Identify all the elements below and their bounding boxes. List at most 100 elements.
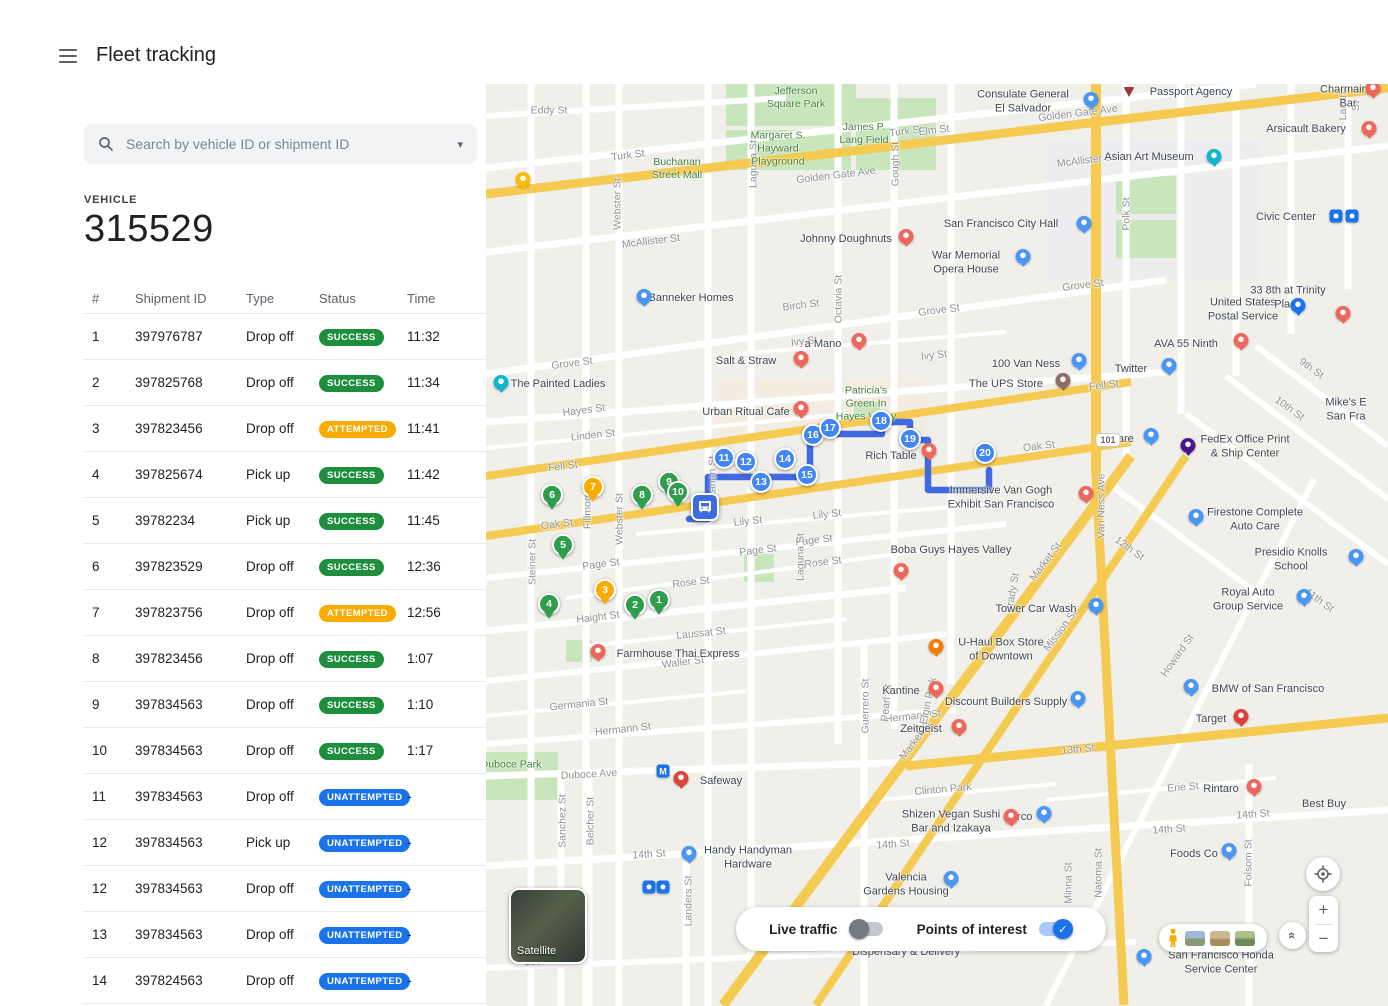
poi-pin-icon[interactable] xyxy=(1366,84,1381,96)
poi-pin-icon[interactable] xyxy=(637,289,652,304)
poi-pin-icon[interactable] xyxy=(1089,598,1104,613)
table-row[interactable]: 8397823456Drop offSUCCESS1:07 xyxy=(84,636,486,682)
transit-station-icon[interactable] xyxy=(1346,210,1359,223)
poi-pin-icon[interactable] xyxy=(1037,806,1052,821)
poi-pin-icon[interactable] xyxy=(1234,333,1249,348)
poi-label[interactable]: Kantine xyxy=(882,685,919,699)
poi-label[interactable]: Handy Handyman Hardware xyxy=(704,844,792,872)
poi-label[interactable]: Consulate General El Salvador xyxy=(977,88,1069,116)
poi-label[interactable]: War Memorial Opera House xyxy=(932,249,1000,277)
poi-pin-icon[interactable] xyxy=(1291,298,1306,313)
poi-label[interactable]: Civic Center xyxy=(1256,211,1316,225)
table-row[interactable]: 7397823756Drop offATTEMPTED12:56 xyxy=(84,590,486,636)
poi-label[interactable]: Firestone Complete Auto Care xyxy=(1207,506,1303,534)
zoom-in-button[interactable]: + xyxy=(1309,896,1338,924)
poi-label[interactable]: Salt & Straw xyxy=(716,355,777,369)
table-row[interactable]: 9397834563Drop offSUCCESS1:10 xyxy=(84,682,486,728)
poi-pin-icon[interactable] xyxy=(1234,709,1249,724)
stop-marker-5[interactable]: 5 xyxy=(552,534,574,556)
transit-station-icon[interactable]: M xyxy=(657,765,670,778)
table-row[interactable]: 539782234Pick upSUCCESS11:45 xyxy=(84,498,486,544)
poi-pin-icon[interactable] xyxy=(952,719,967,734)
stop-marker-13[interactable]: 13 xyxy=(750,471,772,493)
poi-label[interactable]: Discount Builders Supply xyxy=(945,696,1067,710)
table-row[interactable]: 1397976787Drop offSUCCESS11:32 xyxy=(84,314,486,360)
poi-pin-icon[interactable] xyxy=(1349,549,1364,564)
poi-pin-icon[interactable] xyxy=(1004,809,1019,824)
imagery-thumbnail[interactable] xyxy=(1210,931,1230,946)
poi-pin-icon[interactable] xyxy=(1336,306,1351,321)
stop-marker-3[interactable]: 3 xyxy=(594,579,616,601)
table-row[interactable]: 14397824563Drop offUNATTEMPTED- xyxy=(84,958,486,1004)
poi-pin-icon[interactable] xyxy=(1016,249,1031,264)
stop-marker-1[interactable]: 1 xyxy=(648,589,670,611)
table-row[interactable]: 3397823456Drop offATTEMPTED11:41 xyxy=(84,406,486,452)
poi-pin-icon[interactable] xyxy=(852,333,867,348)
poi-pin-icon[interactable] xyxy=(929,681,944,696)
toggle-knob[interactable]: ✓ xyxy=(1053,919,1073,939)
poi-label[interactable]: 100 Van Ness xyxy=(992,358,1060,372)
collapse-button[interactable]: « xyxy=(1279,922,1306,949)
my-location-button[interactable] xyxy=(1306,857,1340,891)
poi-pin-icon[interactable] xyxy=(1207,149,1222,164)
poi-label[interactable]: The Painted Ladies xyxy=(511,378,606,392)
stop-marker-8[interactable]: 8 xyxy=(631,484,653,506)
stop-marker-15[interactable]: 15 xyxy=(796,464,818,486)
poi-label[interactable]: Shizen Vegan Sushi Bar and Izakaya xyxy=(902,808,1000,836)
poi-pin-icon[interactable] xyxy=(1079,486,1094,501)
map[interactable]: Eddy StTurk StTurk StElm StGolden Gate A… xyxy=(486,84,1388,1006)
poi-label[interactable]: BMW of San Francisco xyxy=(1212,683,1324,697)
poi-pin-icon[interactable] xyxy=(1084,92,1099,107)
poi-label[interactable]: Passport Agency xyxy=(1150,86,1233,100)
poi-pin-icon[interactable] xyxy=(1297,589,1312,604)
toggle-knob[interactable] xyxy=(849,919,869,939)
poi-pin-icon[interactable] xyxy=(929,639,944,654)
poi-label[interactable]: Presidio Knolls School xyxy=(1243,546,1340,574)
poi-pin-icon[interactable] xyxy=(944,871,959,886)
toggle-switch[interactable] xyxy=(849,922,883,936)
stop-marker-12[interactable]: 12 xyxy=(735,451,757,473)
poi-label[interactable]: San Francisco City Hall xyxy=(944,218,1058,232)
zoom-out-button[interactable]: − xyxy=(1309,925,1338,953)
poi-pin-icon[interactable] xyxy=(794,401,809,416)
poi-label[interactable]: Urban Ritual Cafe xyxy=(702,406,789,420)
table-row[interactable]: 4397825674Pick upSUCCESS11:42 xyxy=(84,452,486,498)
stop-marker-6[interactable]: 6 xyxy=(541,484,563,506)
poi-pin-icon[interactable] xyxy=(1056,373,1071,388)
poi-label[interactable]: Best Buy xyxy=(1302,798,1346,812)
satellite-toggle[interactable]: Satellite xyxy=(509,888,587,964)
poi-pin-icon[interactable] xyxy=(1144,428,1159,443)
stop-marker-10[interactable]: 10 xyxy=(667,481,689,503)
table-row[interactable]: 10397834563Drop offSUCCESS1:17 xyxy=(84,728,486,774)
stop-marker-20[interactable]: 20 xyxy=(974,442,996,464)
poi-pin-icon[interactable] xyxy=(1247,779,1262,794)
stop-marker-2[interactable]: 2 xyxy=(624,594,646,616)
transit-station-icon[interactable] xyxy=(657,881,670,894)
poi-label[interactable]: Farmhouse Thai Express xyxy=(617,648,740,662)
poi-pin-icon[interactable] xyxy=(674,771,689,786)
poi-pin-icon[interactable] xyxy=(591,644,606,659)
stop-marker-14[interactable]: 14 xyxy=(774,448,796,470)
poi-label[interactable]: Valencia Gardens Housing xyxy=(863,871,949,899)
stop-marker-7[interactable]: 7 xyxy=(582,476,604,498)
poi-pin-icon[interactable] xyxy=(922,443,937,458)
poi-label[interactable]: San Francisco Honda Service Center xyxy=(1168,949,1274,977)
stop-marker-11[interactable]: 11 xyxy=(713,447,735,469)
stop-marker-19[interactable]: 19 xyxy=(899,428,921,450)
poi-pin-icon[interactable] xyxy=(516,172,531,187)
poi-pin-icon[interactable] xyxy=(794,351,809,366)
poi-label[interactable]: Boba Guys Hayes Valley xyxy=(891,544,1012,558)
poi-pin-icon[interactable] xyxy=(1077,216,1092,231)
poi-label[interactable]: Royal Auto Group Service xyxy=(1213,586,1283,614)
chevron-down-icon[interactable]: ▾ xyxy=(457,138,463,151)
vehicle-marker[interactable] xyxy=(691,493,719,521)
poi-label[interactable]: Tower Car Wash xyxy=(996,603,1077,617)
poi-label[interactable]: Twitter xyxy=(1115,363,1147,377)
poi-label[interactable]: Zeitgeist xyxy=(900,723,942,737)
poi-pin-icon[interactable] xyxy=(1072,353,1087,368)
table-row[interactable]: 6397823529Drop offSUCCESS12:36 xyxy=(84,544,486,590)
search-box[interactable]: ▾ xyxy=(84,124,477,164)
poi-label[interactable]: Asian Art Museum xyxy=(1104,151,1193,165)
transit-station-icon[interactable] xyxy=(643,881,656,894)
table-row[interactable]: 12397834563Drop offUNATTEMPTED- xyxy=(84,866,486,912)
